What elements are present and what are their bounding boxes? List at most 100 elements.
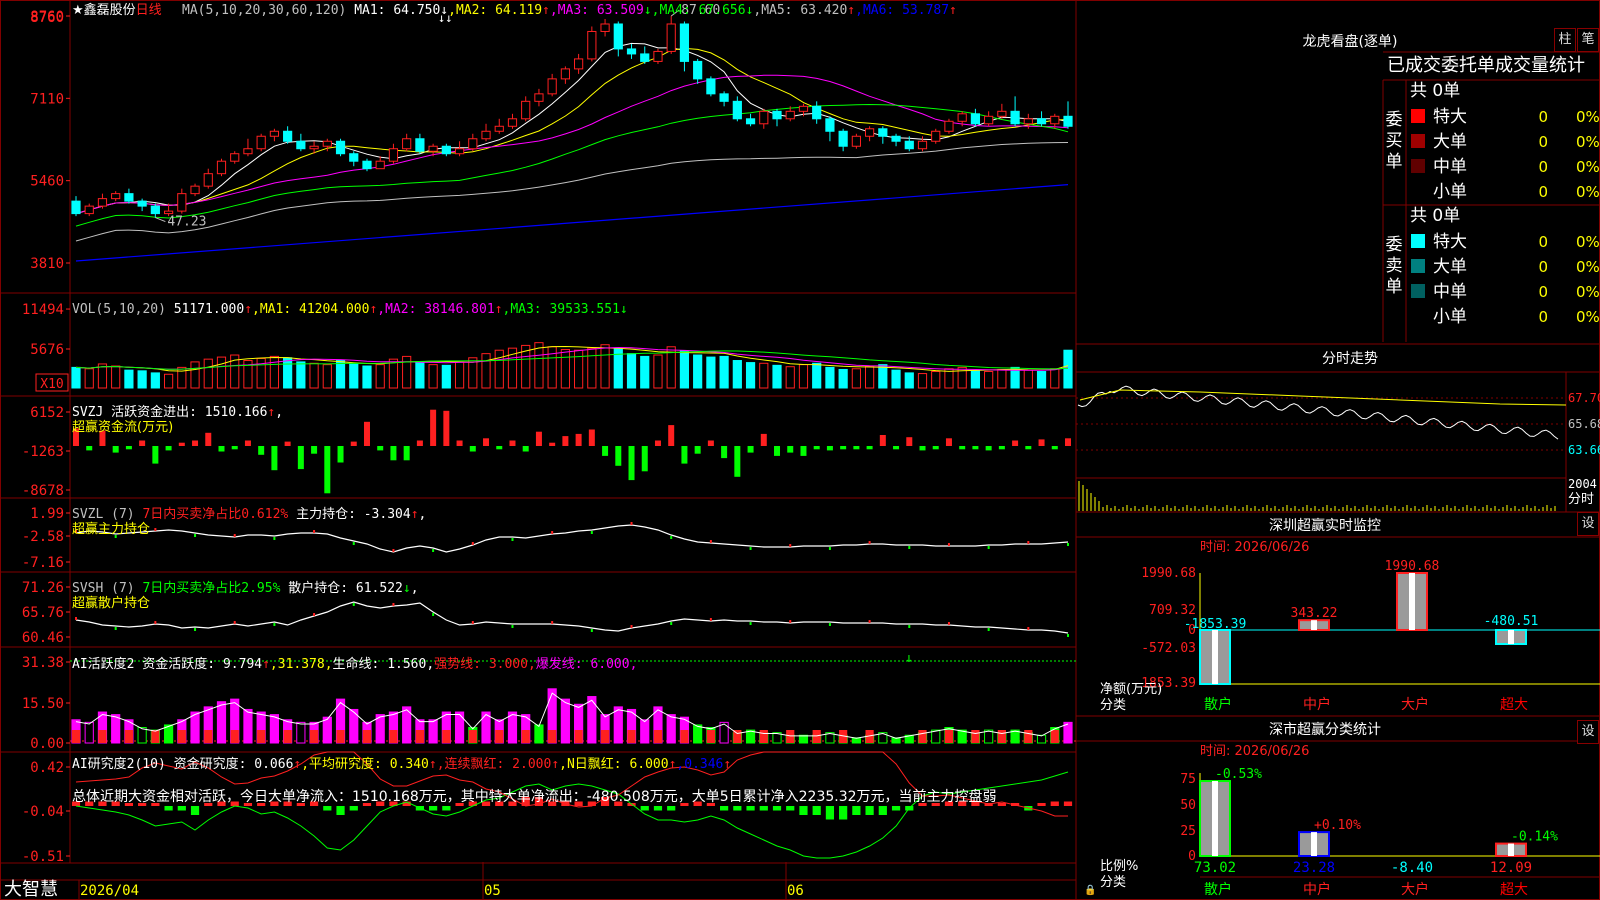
candle[interactable] (388, 143, 399, 164)
candle[interactable] (494, 118, 504, 134)
candle[interactable] (1063, 101, 1073, 129)
candle[interactable] (216, 158, 227, 177)
candle[interactable] (481, 123, 491, 142)
candle[interactable] (507, 113, 518, 129)
classify-bar[interactable] (1298, 831, 1330, 857)
candle[interactable] (375, 156, 385, 170)
candle[interactable] (825, 116, 835, 142)
candle[interactable] (283, 126, 293, 144)
column-view-button[interactable]: 柱 (1554, 28, 1576, 52)
candle[interactable] (534, 88, 544, 107)
right-sidebar: 龙虎看盘(逐单)已成交委托单成交量统计委买单共 0单特大 0 0%大单 0 0%中单 0 0… (1076, 33, 1600, 898)
monitor-bar[interactable] (1396, 572, 1428, 631)
candle[interactable] (745, 113, 756, 127)
classify-bar[interactable] (1495, 842, 1527, 857)
candle[interactable] (71, 196, 81, 217)
volume-bar (653, 354, 663, 389)
candle[interactable] (1010, 96, 1020, 127)
candle[interactable] (111, 191, 121, 202)
candle[interactable] (666, 16, 676, 54)
candle[interactable] (759, 108, 769, 129)
candle[interactable] (706, 76, 716, 97)
candle[interactable] (124, 188, 134, 204)
candle[interactable] (653, 48, 663, 64)
candle[interactable] (997, 103, 1007, 119)
volume-bar (388, 358, 399, 389)
candle[interactable] (626, 43, 637, 59)
svsh-header: SVSH (7) 7日内买卖净占比2.95% 散户持仓: 61.522↓, (72, 580, 419, 596)
research-bar (878, 806, 887, 815)
candle[interactable] (269, 128, 280, 142)
candle[interactable] (441, 143, 451, 157)
candle[interactable] (203, 168, 213, 189)
tick-dot (947, 622, 950, 625)
candle[interactable] (732, 96, 742, 122)
candle[interactable] (864, 126, 875, 142)
candle[interactable] (190, 183, 200, 197)
candle[interactable] (838, 128, 848, 152)
candle[interactable] (679, 21, 690, 72)
stock-chart-canvas[interactable]: 876071105460381087.6047.23↓↓ 114945676X1… (0, 0, 1600, 900)
activity-base (495, 730, 504, 743)
monitor-bar[interactable] (1199, 629, 1231, 685)
tick-view-button[interactable]: 笔 (1577, 28, 1599, 52)
classify-settings-button[interactable]: 设 (1577, 720, 1599, 744)
candle[interactable] (917, 136, 928, 152)
candle[interactable] (970, 108, 981, 127)
candle[interactable] (468, 133, 478, 152)
candle-body (838, 130, 848, 147)
buy-row-val: 0 (1538, 133, 1548, 151)
activity-base (812, 730, 821, 743)
candle[interactable] (243, 138, 253, 157)
ai2-header: AI活跃度2 资金活跃度: 9.794↑,31.378,生命线: 1.560,强… (72, 656, 637, 672)
candle[interactable] (230, 151, 240, 164)
research-bar (720, 806, 729, 811)
candle[interactable] (137, 198, 147, 212)
candle[interactable] (640, 46, 650, 64)
candle-body (706, 78, 716, 95)
candle[interactable] (547, 73, 557, 97)
ai3-tick-label: -0.04 (22, 804, 64, 820)
fund-flow-bar (1051, 446, 1058, 450)
research-bar (812, 806, 821, 815)
candle[interactable] (256, 133, 266, 152)
candle[interactable] (613, 21, 623, 57)
candle[interactable] (454, 141, 465, 157)
candle[interactable] (560, 66, 570, 84)
candle[interactable] (349, 151, 359, 167)
monitor-bar[interactable] (1495, 629, 1527, 646)
candle[interactable] (772, 108, 782, 127)
candle[interactable] (878, 126, 888, 144)
candle[interactable] (574, 53, 584, 74)
candle[interactable] (851, 133, 861, 149)
price-kline-panel[interactable]: 876071105460381087.6047.23↓↓ (30, 3, 1073, 272)
candle[interactable] (587, 26, 597, 62)
monitor-category: 大户 (1401, 696, 1429, 713)
classify-bar[interactable] (1199, 780, 1231, 857)
monitor-bar[interactable] (1298, 619, 1330, 631)
candle[interactable] (415, 133, 425, 154)
stock-title: ★鑫磊股份日线 (72, 2, 162, 18)
candle[interactable] (84, 203, 94, 217)
candle[interactable] (97, 193, 108, 209)
fund-flow-bar (760, 433, 767, 446)
candle[interactable] (693, 58, 703, 84)
candle[interactable] (944, 118, 954, 134)
tick-dot (392, 603, 395, 606)
candle[interactable] (931, 128, 941, 144)
monitor-settings-button[interactable]: 设 (1577, 512, 1599, 536)
candle[interactable] (812, 101, 822, 124)
candle[interactable] (335, 138, 346, 157)
svzj-tick-label: -1263 (22, 444, 64, 460)
candle[interactable] (521, 96, 531, 122)
candle[interactable] (600, 18, 610, 37)
candle[interactable] (719, 91, 729, 107)
candle[interactable] (177, 188, 187, 214)
candle[interactable] (984, 111, 994, 127)
candle[interactable] (296, 133, 306, 152)
sell-row-pct: 0% (1576, 308, 1600, 326)
candle[interactable] (150, 203, 160, 218)
candle[interactable] (402, 133, 412, 152)
candle[interactable] (891, 133, 901, 147)
candle[interactable] (1036, 111, 1047, 127)
